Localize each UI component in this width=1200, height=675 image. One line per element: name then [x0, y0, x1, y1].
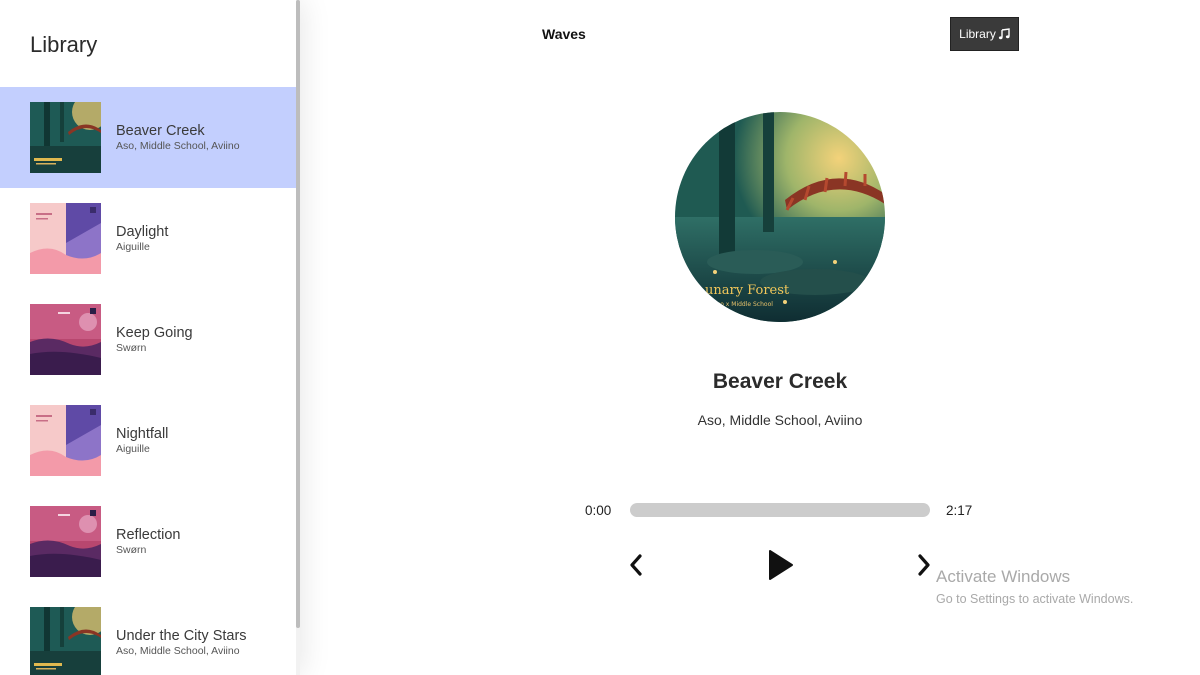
- library-song-item[interactable]: Daylight Aiguille: [0, 188, 296, 289]
- song-text: Beaver Creek Aso, Middle School, Aviino: [116, 123, 240, 152]
- library-song-item[interactable]: Under the City Stars Aso, Middle School, …: [0, 592, 296, 675]
- chevron-right-icon: [918, 554, 930, 576]
- brand-logo: Waves: [542, 26, 586, 42]
- song-name: Reflection: [116, 527, 181, 543]
- activation-watermark-subtitle: Go to Settings to activate Windows.: [936, 592, 1134, 606]
- song-text: Nightfall Aiguille: [116, 426, 168, 455]
- now-playing-title: Beaver Creek: [712, 370, 848, 393]
- library-song-item[interactable]: Beaver Creek Aso, Middle School, Aviino: [0, 87, 296, 188]
- song-name: Nightfall: [116, 426, 169, 442]
- previous-track-button[interactable]: [625, 551, 647, 579]
- album-artwork: unary Forest Aso x Middle School: [675, 112, 885, 322]
- next-track-button[interactable]: [913, 551, 935, 579]
- now-playing-artist: Aso, Middle School, Aviino: [697, 412, 863, 428]
- song-artist: Aiguille: [116, 443, 150, 455]
- chevron-left-icon: [630, 554, 642, 576]
- song-name: Daylight: [116, 224, 169, 240]
- song-artist: Aso, Middle School, Aviino: [116, 140, 240, 152]
- current-time: 0:00: [585, 503, 612, 518]
- library-song-item[interactable]: Nightfall Aiguille: [0, 390, 296, 491]
- music-player-app: Library Beaver Creek Aso, Middle School, …: [0, 0, 1200, 675]
- song-cover-image: [30, 506, 101, 577]
- song-cover-image: [30, 304, 101, 375]
- play-button[interactable]: [765, 548, 795, 582]
- song-artist: Swørn: [116, 342, 147, 354]
- library-title: Library: [30, 32, 98, 57]
- song-name: Beaver Creek: [116, 123, 205, 139]
- scrollbar-thumb[interactable]: [296, 0, 300, 628]
- song-artist: Aiguille: [116, 241, 150, 253]
- library-song-item[interactable]: Reflection Swørn: [0, 491, 296, 592]
- song-text: Daylight Aiguille: [116, 224, 168, 253]
- duration: 2:17: [946, 503, 973, 518]
- library-button-label: Library: [959, 27, 996, 41]
- seek-slider[interactable]: [630, 503, 930, 517]
- activation-watermark-title: Activate Windows: [936, 567, 1071, 586]
- song-text: Keep Going Swørn: [116, 325, 193, 354]
- song-name: Keep Going: [116, 325, 193, 341]
- play-icon: [769, 550, 793, 580]
- song-list: Beaver Creek Aso, Middle School, Aviino Da…: [0, 87, 296, 675]
- svg-text:unary Forest: unary Forest: [705, 283, 790, 298]
- song-text: Reflection Swørn: [116, 527, 180, 556]
- library-song-item[interactable]: Keep Going Swørn: [0, 289, 296, 390]
- song-text: Under the City Stars Aso, Middle School, …: [116, 628, 247, 657]
- music-note-icon: [998, 28, 1010, 40]
- library-toggle-button[interactable]: Library: [950, 17, 1019, 51]
- song-cover-image: [30, 102, 101, 173]
- song-name: Under the City Stars: [116, 628, 247, 644]
- song-cover-image: [30, 607, 101, 675]
- song-cover-image: [30, 405, 101, 476]
- song-cover-image: [30, 203, 101, 274]
- song-artist: Aso, Middle School, Aviino: [116, 645, 240, 657]
- library-panel: Library Beaver Creek Aso, Middle School, …: [0, 0, 300, 675]
- svg-text:Aso x Middle School: Aso x Middle School: [713, 301, 773, 308]
- song-artist: Swørn: [116, 544, 147, 556]
